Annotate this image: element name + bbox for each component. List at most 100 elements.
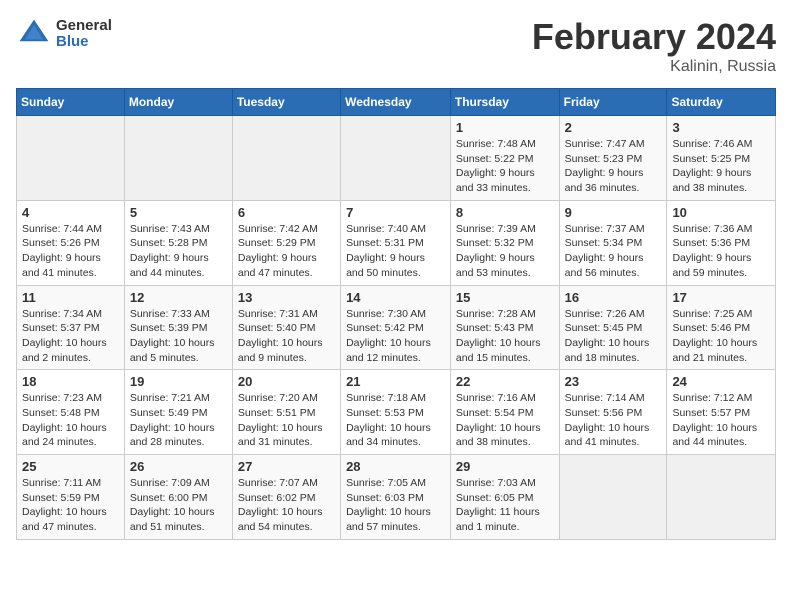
title-block: February 2024 Kalinin, Russia bbox=[532, 16, 776, 76]
calendar-cell: 25 Sunrise: 7:11 AM Sunset: 5:59 PM Dayli… bbox=[17, 455, 125, 540]
cell-day-info: Sunrise: 7:36 AM Sunset: 5:36 PM Dayligh… bbox=[672, 222, 770, 281]
calendar-cell: 15Sunrise: 7:28 AM Sunset: 5:43 PM Dayli… bbox=[450, 285, 559, 370]
cell-day-info: Sunrise: 7:26 AM Sunset: 5:45 PM Dayligh… bbox=[565, 307, 662, 366]
calendar-cell: 28Sunrise: 7:05 AM Sunset: 6:03 PM Dayli… bbox=[341, 455, 451, 540]
calendar-cell: 8 Sunrise: 7:39 AM Sunset: 5:32 PM Daylig… bbox=[450, 200, 559, 285]
cell-day-number: 1 bbox=[456, 120, 554, 135]
calendar-cell: 19 Sunrise: 7:21 AM Sunset: 5:49 PM Dayli… bbox=[124, 370, 232, 455]
cell-day-info: Sunrise: 7:09 AM Sunset: 6:00 PM Dayligh… bbox=[130, 476, 227, 535]
calendar-week-3: 11 Sunrise: 7:34 AM Sunset: 5:37 PM Dayli… bbox=[17, 285, 776, 370]
calendar-cell: 13 Sunrise: 7:31 AM Sunset: 5:40 PM Dayli… bbox=[232, 285, 340, 370]
page-header: General Blue February 2024 Kalinin, Russ… bbox=[16, 16, 776, 76]
cell-day-info: Sunrise: 7:48 AM Sunset: 5:22 PM Dayligh… bbox=[456, 137, 554, 196]
calendar-cell: 12 Sunrise: 7:33 AM Sunset: 5:39 PM Dayli… bbox=[124, 285, 232, 370]
cell-day-info: Sunrise: 7:37 AM Sunset: 5:34 PM Dayligh… bbox=[565, 222, 662, 281]
cell-day-info: Sunrise: 7:18 AM Sunset: 5:53 PM Dayligh… bbox=[346, 391, 445, 450]
calendar-cell bbox=[559, 455, 667, 540]
calendar-cell bbox=[232, 116, 340, 201]
calendar-cell: 4Sunrise: 7:44 AM Sunset: 5:26 PM Daylig… bbox=[17, 200, 125, 285]
cell-day-number: 9 bbox=[565, 205, 662, 220]
cell-day-info: Sunrise: 7:43 AM Sunset: 5:28 PM Dayligh… bbox=[130, 222, 227, 281]
logo-blue-text: Blue bbox=[56, 34, 112, 51]
cell-day-info: Sunrise: 7:40 AM Sunset: 5:31 PM Dayligh… bbox=[346, 222, 445, 281]
calendar-cell: 24 Sunrise: 7:12 AM Sunset: 5:57 PM Dayli… bbox=[667, 370, 776, 455]
cell-day-number: 18 bbox=[22, 374, 119, 389]
cell-day-number: 3 bbox=[672, 120, 770, 135]
cell-day-number: 27 bbox=[238, 459, 335, 474]
cell-day-number: 29 bbox=[456, 459, 554, 474]
cell-day-number: 16 bbox=[565, 290, 662, 305]
cell-day-number: 22 bbox=[456, 374, 554, 389]
header-row: SundayMondayTuesdayWednesdayThursdayFrid… bbox=[17, 89, 776, 116]
calendar-cell bbox=[124, 116, 232, 201]
calendar-location: Kalinin, Russia bbox=[532, 58, 776, 76]
calendar-body: 1 Sunrise: 7:48 AM Sunset: 5:22 PM Daylig… bbox=[17, 116, 776, 540]
cell-day-number: 11 bbox=[22, 290, 119, 305]
calendar-week-2: 4Sunrise: 7:44 AM Sunset: 5:26 PM Daylig… bbox=[17, 200, 776, 285]
cell-day-info: Sunrise: 7:44 AM Sunset: 5:26 PM Dayligh… bbox=[22, 222, 119, 281]
cell-day-number: 5 bbox=[130, 205, 227, 220]
cell-day-number: 8 bbox=[456, 205, 554, 220]
calendar-week-5: 25 Sunrise: 7:11 AM Sunset: 5:59 PM Dayli… bbox=[17, 455, 776, 540]
cell-day-number: 13 bbox=[238, 290, 335, 305]
calendar-cell: 22 Sunrise: 7:16 AM Sunset: 5:54 PM Dayli… bbox=[450, 370, 559, 455]
cell-day-number: 26 bbox=[130, 459, 227, 474]
cell-day-info: Sunrise: 7:14 AM Sunset: 5:56 PM Dayligh… bbox=[565, 391, 662, 450]
cell-day-info: Sunrise: 7:11 AM Sunset: 5:59 PM Dayligh… bbox=[22, 476, 119, 535]
cell-day-info: Sunrise: 7:12 AM Sunset: 5:57 PM Dayligh… bbox=[672, 391, 770, 450]
calendar-cell: 5 Sunrise: 7:43 AM Sunset: 5:28 PM Daylig… bbox=[124, 200, 232, 285]
cell-day-info: Sunrise: 7:46 AM Sunset: 5:25 PM Dayligh… bbox=[672, 137, 770, 196]
cell-day-info: Sunrise: 7:33 AM Sunset: 5:39 PM Dayligh… bbox=[130, 307, 227, 366]
cell-day-number: 20 bbox=[238, 374, 335, 389]
calendar-cell bbox=[341, 116, 451, 201]
calendar-cell bbox=[667, 455, 776, 540]
weekday-header-sunday: Sunday bbox=[17, 89, 125, 116]
calendar-cell: 1 Sunrise: 7:48 AM Sunset: 5:22 PM Daylig… bbox=[450, 116, 559, 201]
cell-day-number: 6 bbox=[238, 205, 335, 220]
calendar-cell: 29 Sunrise: 7:03 AM Sunset: 6:05 PM Dayli… bbox=[450, 455, 559, 540]
cell-day-info: Sunrise: 7:30 AM Sunset: 5:42 PM Dayligh… bbox=[346, 307, 445, 366]
cell-day-number: 25 bbox=[22, 459, 119, 474]
cell-day-info: Sunrise: 7:03 AM Sunset: 6:05 PM Dayligh… bbox=[456, 476, 554, 535]
weekday-header-wednesday: Wednesday bbox=[341, 89, 451, 116]
cell-day-info: Sunrise: 7:05 AM Sunset: 6:03 PM Dayligh… bbox=[346, 476, 445, 535]
cell-day-number: 19 bbox=[130, 374, 227, 389]
calendar-table: SundayMondayTuesdayWednesdayThursdayFrid… bbox=[16, 88, 776, 540]
cell-day-info: Sunrise: 7:31 AM Sunset: 5:40 PM Dayligh… bbox=[238, 307, 335, 366]
cell-day-number: 24 bbox=[672, 374, 770, 389]
calendar-cell: 7Sunrise: 7:40 AM Sunset: 5:31 PM Daylig… bbox=[341, 200, 451, 285]
calendar-cell: 9 Sunrise: 7:37 AM Sunset: 5:34 PM Daylig… bbox=[559, 200, 667, 285]
weekday-header-friday: Friday bbox=[559, 89, 667, 116]
cell-day-number: 21 bbox=[346, 374, 445, 389]
logo: General Blue bbox=[16, 16, 112, 52]
calendar-title: February 2024 bbox=[532, 16, 776, 58]
calendar-cell: 17Sunrise: 7:25 AM Sunset: 5:46 PM Dayli… bbox=[667, 285, 776, 370]
weekday-header-tuesday: Tuesday bbox=[232, 89, 340, 116]
weekday-header-thursday: Thursday bbox=[450, 89, 559, 116]
cell-day-info: Sunrise: 7:34 AM Sunset: 5:37 PM Dayligh… bbox=[22, 307, 119, 366]
logo-icon bbox=[16, 16, 52, 52]
weekday-header-monday: Monday bbox=[124, 89, 232, 116]
calendar-cell bbox=[17, 116, 125, 201]
cell-day-info: Sunrise: 7:39 AM Sunset: 5:32 PM Dayligh… bbox=[456, 222, 554, 281]
calendar-cell: 21 Sunrise: 7:18 AM Sunset: 5:53 PM Dayli… bbox=[341, 370, 451, 455]
calendar-cell: 2 Sunrise: 7:47 AM Sunset: 5:23 PM Daylig… bbox=[559, 116, 667, 201]
weekday-header-saturday: Saturday bbox=[667, 89, 776, 116]
calendar-cell: 23 Sunrise: 7:14 AM Sunset: 5:56 PM Dayli… bbox=[559, 370, 667, 455]
cell-day-info: Sunrise: 7:42 AM Sunset: 5:29 PM Dayligh… bbox=[238, 222, 335, 281]
cell-day-number: 2 bbox=[565, 120, 662, 135]
calendar-cell: 10Sunrise: 7:36 AM Sunset: 5:36 PM Dayli… bbox=[667, 200, 776, 285]
cell-day-number: 14 bbox=[346, 290, 445, 305]
calendar-cell: 6 Sunrise: 7:42 AM Sunset: 5:29 PM Daylig… bbox=[232, 200, 340, 285]
cell-day-number: 12 bbox=[130, 290, 227, 305]
cell-day-number: 15 bbox=[456, 290, 554, 305]
cell-day-info: Sunrise: 7:16 AM Sunset: 5:54 PM Dayligh… bbox=[456, 391, 554, 450]
cell-day-info: Sunrise: 7:23 AM Sunset: 5:48 PM Dayligh… bbox=[22, 391, 119, 450]
cell-day-number: 23 bbox=[565, 374, 662, 389]
calendar-cell: 20Sunrise: 7:20 AM Sunset: 5:51 PM Dayli… bbox=[232, 370, 340, 455]
cell-day-info: Sunrise: 7:47 AM Sunset: 5:23 PM Dayligh… bbox=[565, 137, 662, 196]
calendar-cell: 26 Sunrise: 7:09 AM Sunset: 6:00 PM Dayli… bbox=[124, 455, 232, 540]
cell-day-info: Sunrise: 7:21 AM Sunset: 5:49 PM Dayligh… bbox=[130, 391, 227, 450]
calendar-cell: 3 Sunrise: 7:46 AM Sunset: 5:25 PM Daylig… bbox=[667, 116, 776, 201]
cell-day-number: 17 bbox=[672, 290, 770, 305]
